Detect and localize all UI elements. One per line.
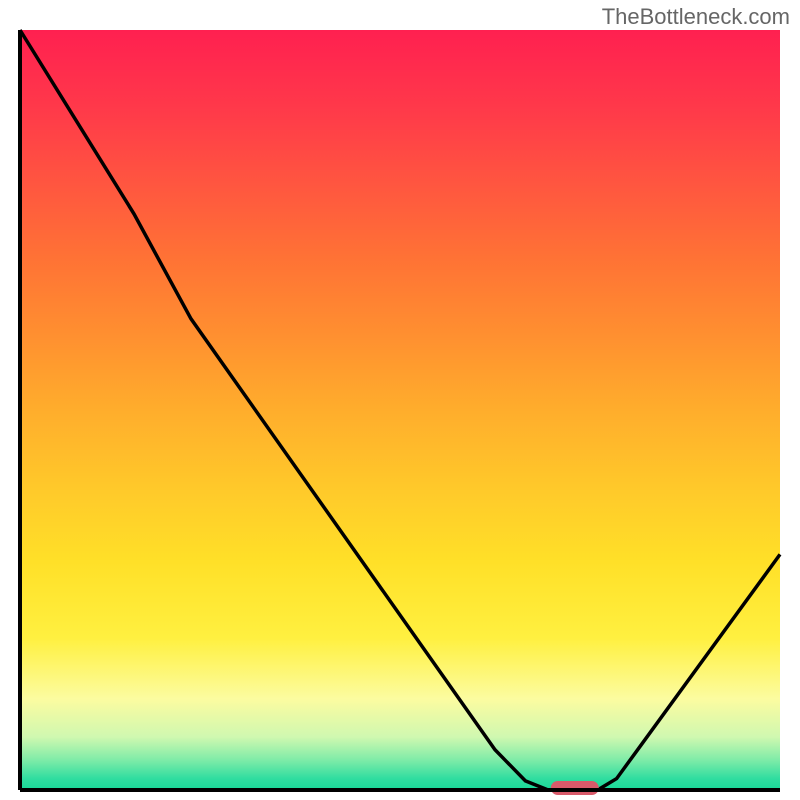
watermark-text: TheBottleneck.com: [602, 4, 790, 30]
bottleneck-chart: TheBottleneck.com: [0, 0, 800, 800]
chart-canvas: [0, 0, 800, 800]
gradient-background: [20, 30, 780, 790]
